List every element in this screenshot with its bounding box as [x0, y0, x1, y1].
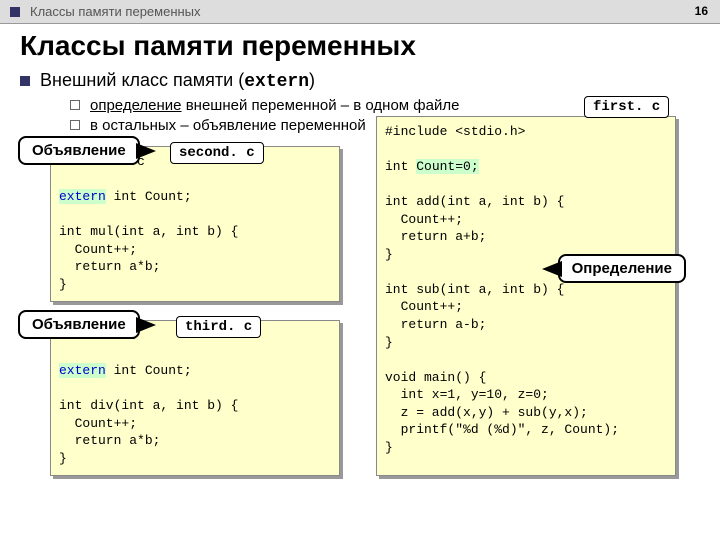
hollow-bullet-icon [70, 120, 80, 130]
level1-text: Внешний класс памяти (extern) [40, 70, 315, 92]
header-bullet [10, 7, 20, 17]
level1-prefix: Внешний класс памяти ( [40, 70, 244, 90]
content-area: Внешний класс памяти (extern) определени… [0, 70, 720, 510]
extern-keyword: extern [244, 72, 309, 92]
def-highlight: Count=0; [416, 159, 478, 174]
callout-definition: Определение [558, 254, 686, 283]
sub-b-text: в остальных – объявление переменной [90, 117, 366, 134]
header-bar: Классы памяти переменных 16 [0, 0, 720, 24]
extern-hl2: extern [59, 189, 106, 204]
code-area: #include <stdio.h> int Count=0; int add(… [20, 140, 700, 510]
callout-declaration-2: Объявление [18, 310, 140, 339]
file-label-first: first. c [584, 96, 669, 118]
level1-suffix: ) [309, 70, 315, 90]
extern-hl3: extern [59, 363, 106, 378]
callout-declaration-1: Объявление [18, 136, 140, 165]
main-title: Классы памяти переменных [0, 24, 720, 70]
code-third: // third.c extern int Count; int div(int… [50, 320, 340, 476]
sub-a-underline: определение [90, 97, 182, 114]
file-label-third: third. c [176, 316, 261, 338]
file-label-second: second. c [170, 142, 264, 164]
code-first: #include <stdio.h> int Count=0; int add(… [376, 116, 676, 476]
code-second: // second.c extern int Count; int mul(in… [50, 146, 340, 302]
bullet-level1: Внешний класс памяти (extern) [20, 70, 700, 92]
sub-a-text: определение внешней переменной – в одном… [90, 97, 459, 114]
header-title: Классы памяти переменных [30, 4, 201, 19]
hollow-bullet-icon [70, 100, 80, 110]
page-number: 16 [695, 4, 708, 18]
square-bullet-icon [20, 76, 30, 86]
